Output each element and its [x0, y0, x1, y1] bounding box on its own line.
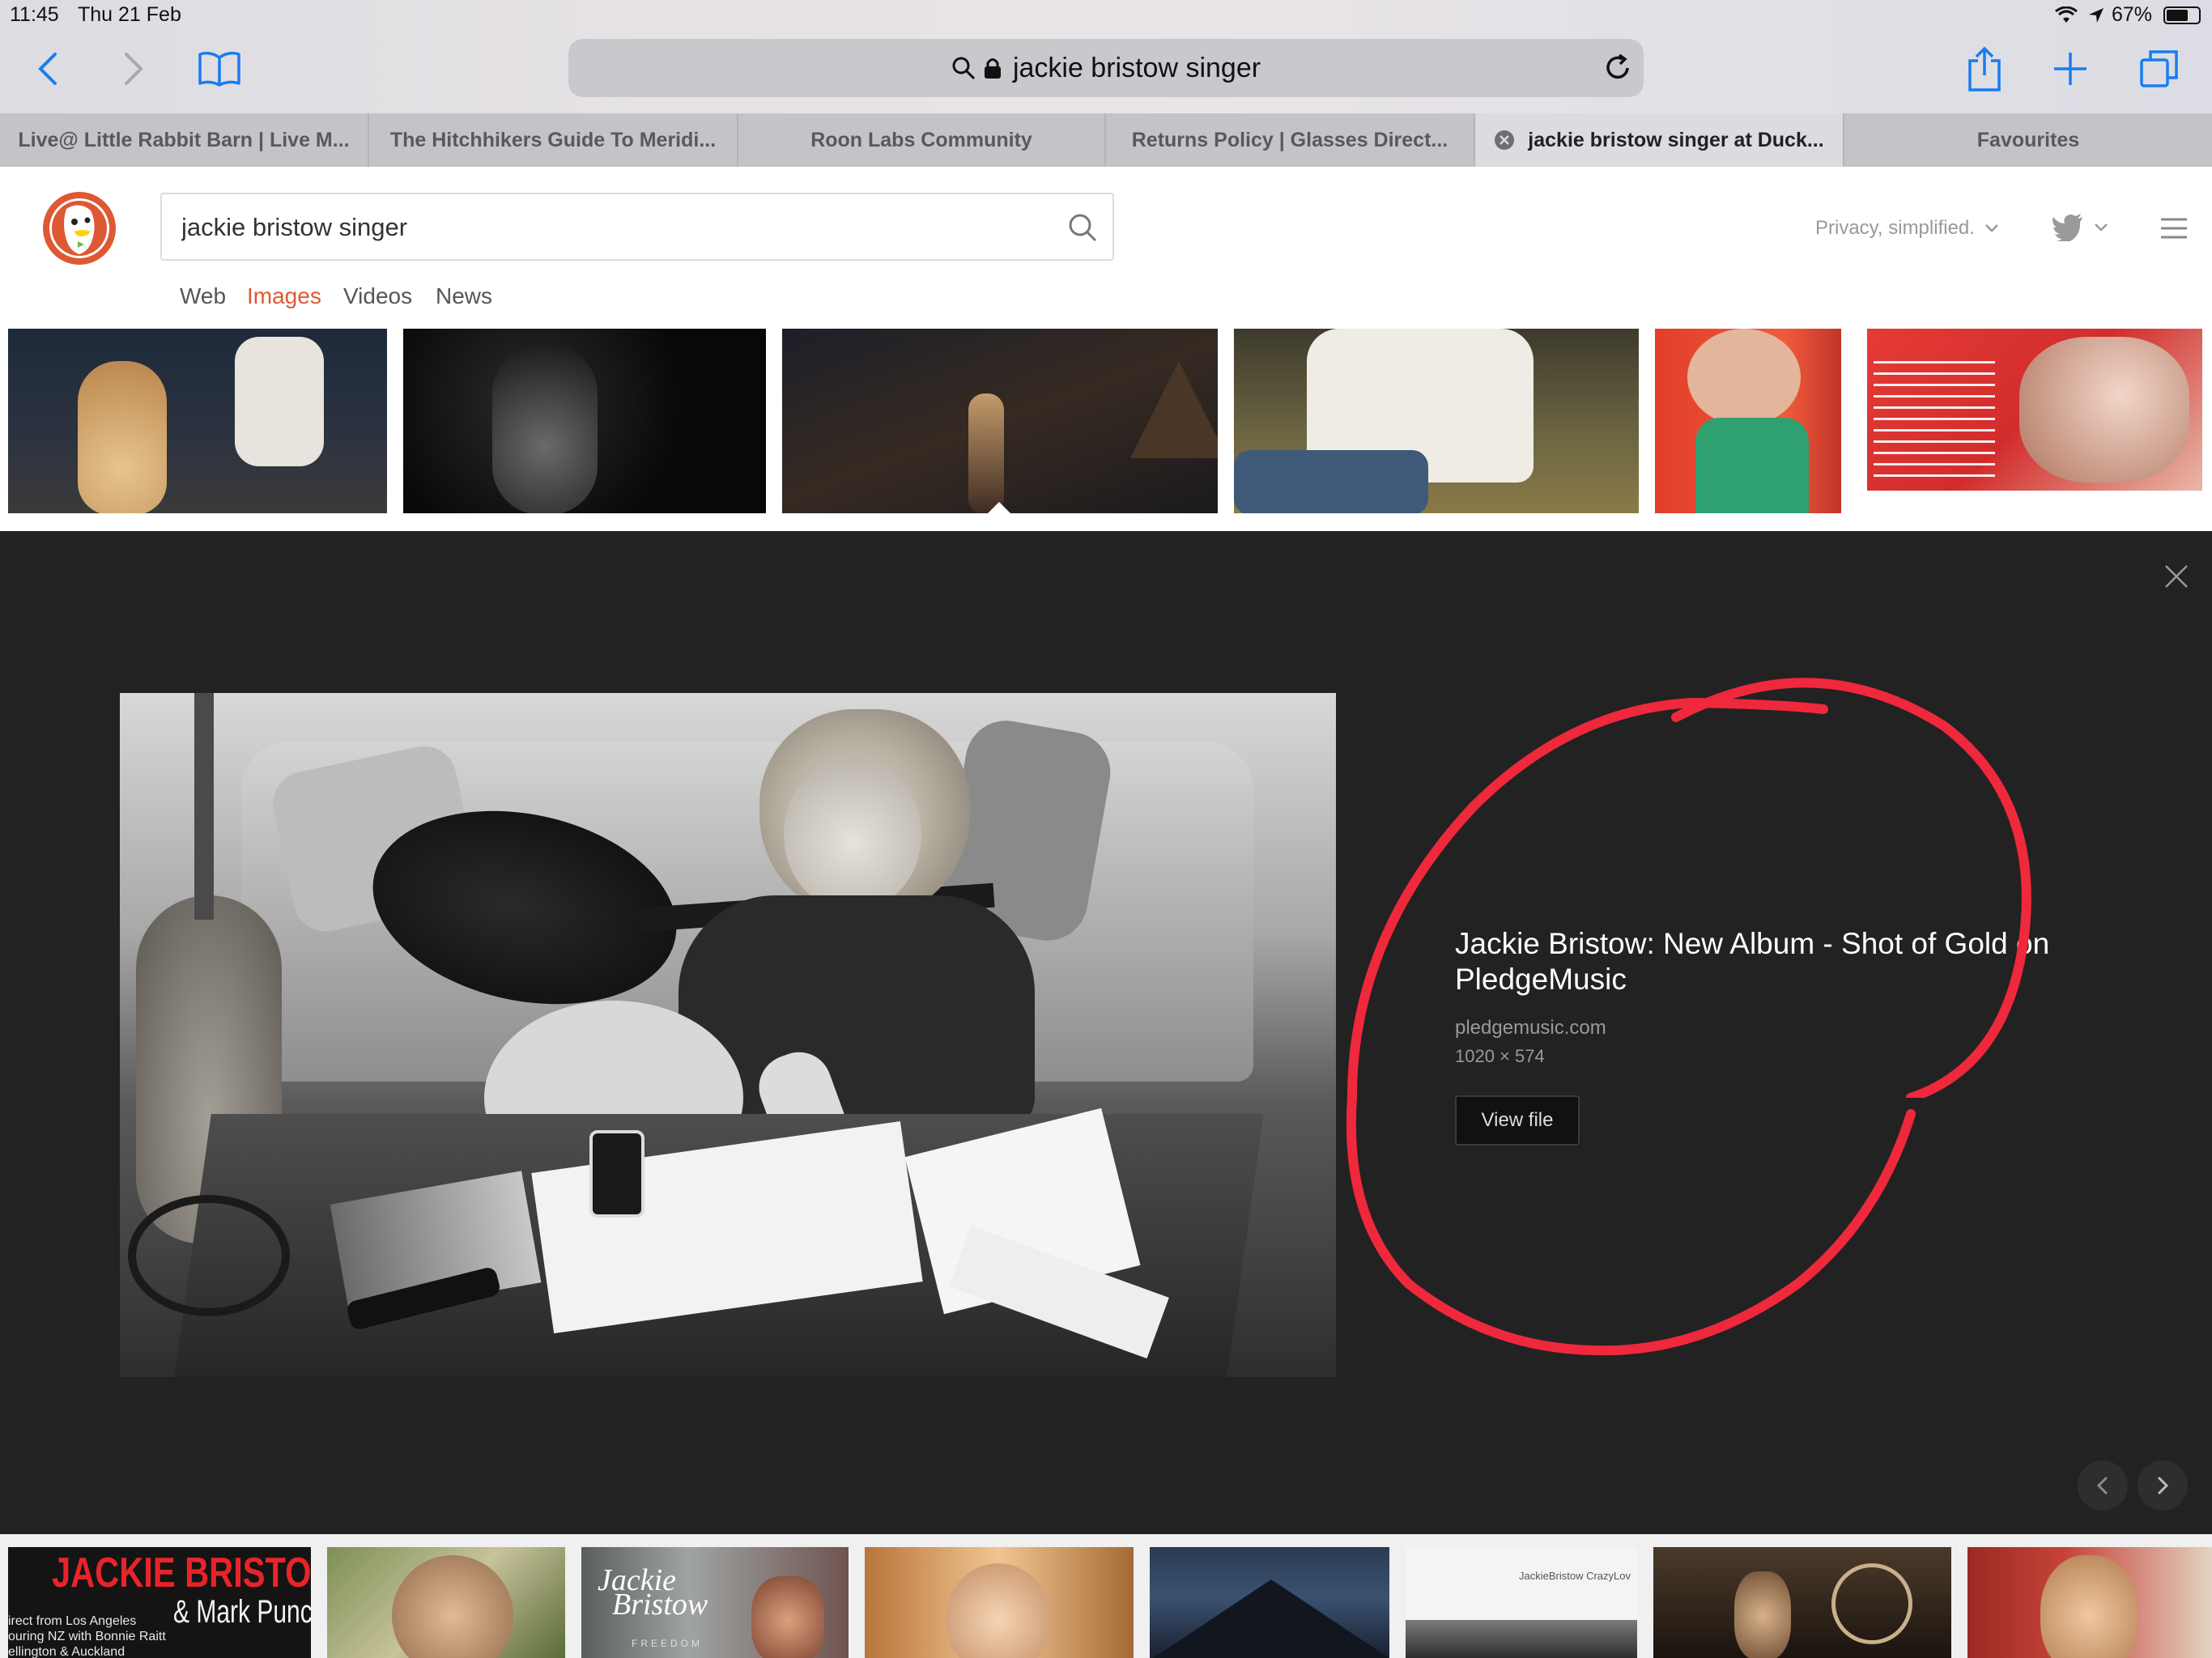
close-tab-icon[interactable] [1494, 130, 1515, 151]
close-icon[interactable] [2163, 563, 2189, 589]
album-title: JackieBristow CrazyLov [1519, 1570, 1631, 1582]
status-date: Thu 21 Feb [78, 3, 181, 26]
privacy-dropdown[interactable]: Privacy, simplified. [1815, 217, 1999, 240]
location-arrow-icon [2089, 8, 2104, 23]
chevron-down-icon [1985, 224, 1998, 232]
poster-line: ouring NZ with Bonnie Raitt [8, 1630, 166, 1643]
image-thumbnail[interactable] [1653, 1547, 1951, 1658]
ddg-header: Privacy, simplified. Web Images Videos N… [0, 167, 2212, 329]
image-thumbnail[interactable]: Jackie Bristow FREEDOM [581, 1547, 849, 1658]
status-time: 11:45 [10, 3, 59, 26]
search-icon [952, 57, 975, 80]
browser-toolbar: 11:45 Thu 21 Feb 67% jackie bristow sing… [0, 0, 2212, 113]
image-thumbnail[interactable] [1234, 329, 1639, 513]
nav-news[interactable]: News [436, 283, 492, 309]
chevron-left-icon [2096, 1476, 2108, 1495]
image-results-bottom-row: JACKIE BRISTOW & Mark Punc irect from Lo… [0, 1534, 2212, 1658]
tab-label: Roon Labs Community [810, 128, 1032, 151]
image-thumbnail[interactable] [8, 329, 387, 513]
address-bar[interactable]: jackie bristow singer [568, 39, 1644, 97]
back-button[interactable] [19, 40, 76, 97]
album-title-line: Bristow [612, 1588, 708, 1622]
tab-live-little-rabbit-barn[interactable]: Live@ Little Rabbit Barn | Live M... [0, 113, 369, 167]
bookmarks-button[interactable] [191, 40, 248, 97]
plus-icon [2054, 53, 2087, 85]
tab-jackie-bristow-active[interactable]: jackie bristow singer at Duck... [1475, 113, 1844, 167]
address-text: jackie bristow singer [1012, 52, 1261, 83]
album-subtitle: FREEDOM [632, 1638, 703, 1649]
book-icon [198, 51, 240, 87]
image-detail-panel: Jackie Bristow: New Album - Shot of Gold… [0, 531, 2212, 1534]
image-thumbnail[interactable] [1655, 329, 1841, 513]
twitter-dropdown[interactable] [2052, 214, 2108, 241]
image-thumbnail[interactable] [865, 1547, 1134, 1658]
image-thumbnail[interactable] [327, 1547, 565, 1658]
tab-hitchhikers-guide[interactable]: The Hitchhikers Guide To Meridi... [369, 113, 738, 167]
tab-label: Favourites [1976, 128, 2080, 151]
lock-icon [984, 58, 1001, 79]
search-input[interactable] [180, 194, 993, 261]
twitter-icon [2052, 214, 2082, 241]
tab-label: The Hitchhikers Guide To Meridi... [389, 128, 717, 151]
image-thumbnail[interactable] [1150, 1547, 1389, 1658]
image-thumbnail[interactable] [1967, 1547, 2212, 1658]
reload-icon[interactable] [1603, 53, 1632, 83]
strip-divider [0, 513, 2212, 531]
tab-label: Returns Policy | Glasses Direct... [1131, 128, 1448, 151]
tab-bar: Live@ Little Rabbit Barn | Live M... The… [0, 113, 2212, 167]
poster-title: JACKIE BRISTOW [52, 1550, 311, 1596]
next-image-button[interactable] [2138, 1460, 2188, 1511]
poster-line: ellington & Auckland [8, 1645, 125, 1658]
red-annotation-circle-lower [1346, 1098, 1916, 1356]
battery-icon [2163, 6, 2201, 24]
poster-subtitle: & Mark Punc [173, 1594, 311, 1630]
chevron-right-icon [2157, 1476, 2169, 1495]
image-thumbnail[interactable] [782, 329, 1218, 513]
red-annotation-circle [1347, 678, 2031, 1098]
battery-percentage: 67% [2112, 3, 2153, 26]
image-thumbnail[interactable]: JACKIE BRISTOW & Mark Punc irect from Lo… [8, 1547, 311, 1658]
image-results-top-row [0, 329, 2212, 531]
main-preview-image[interactable] [120, 693, 1336, 1377]
search-icon[interactable] [1067, 212, 1098, 243]
image-thumbnail[interactable] [1857, 329, 2212, 513]
previous-image-button[interactable] [2078, 1460, 2128, 1511]
share-icon [1968, 46, 2001, 91]
new-tab-button[interactable] [2042, 40, 2099, 97]
tabs-overview-button[interactable] [2131, 40, 2188, 97]
tab-label: jackie bristow singer at Duck... [1528, 128, 1824, 151]
nav-images[interactable]: Images [247, 283, 321, 309]
wifi-icon [2055, 6, 2078, 23]
nav-videos[interactable]: Videos [343, 283, 412, 309]
image-thumbnail[interactable]: JackieBristow CrazyLov [1406, 1547, 1637, 1658]
nav-web[interactable]: Web [180, 283, 226, 309]
tab-favourites[interactable]: Favourites [1844, 113, 2212, 167]
duckduckgo-logo[interactable] [42, 191, 117, 266]
tab-roon-labs[interactable]: Roon Labs Community [738, 113, 1106, 167]
privacy-label: Privacy, simplified. [1815, 217, 1975, 239]
search-box[interactable] [160, 193, 1114, 261]
hamburger-menu-icon[interactable] [2160, 217, 2188, 240]
image-thumbnail[interactable] [403, 329, 766, 513]
chevron-down-icon [2095, 223, 2108, 232]
poster-line: irect from Los Angeles [8, 1614, 137, 1628]
tabs-icon [2140, 50, 2178, 87]
tab-returns-policy[interactable]: Returns Policy | Glasses Direct... [1106, 113, 1475, 167]
chevron-left-icon [38, 53, 57, 85]
chevron-right-icon [125, 53, 143, 85]
tab-label: Live@ Little Rabbit Barn | Live M... [18, 128, 350, 151]
share-button[interactable] [1956, 40, 2013, 97]
forward-button[interactable] [105, 40, 162, 97]
